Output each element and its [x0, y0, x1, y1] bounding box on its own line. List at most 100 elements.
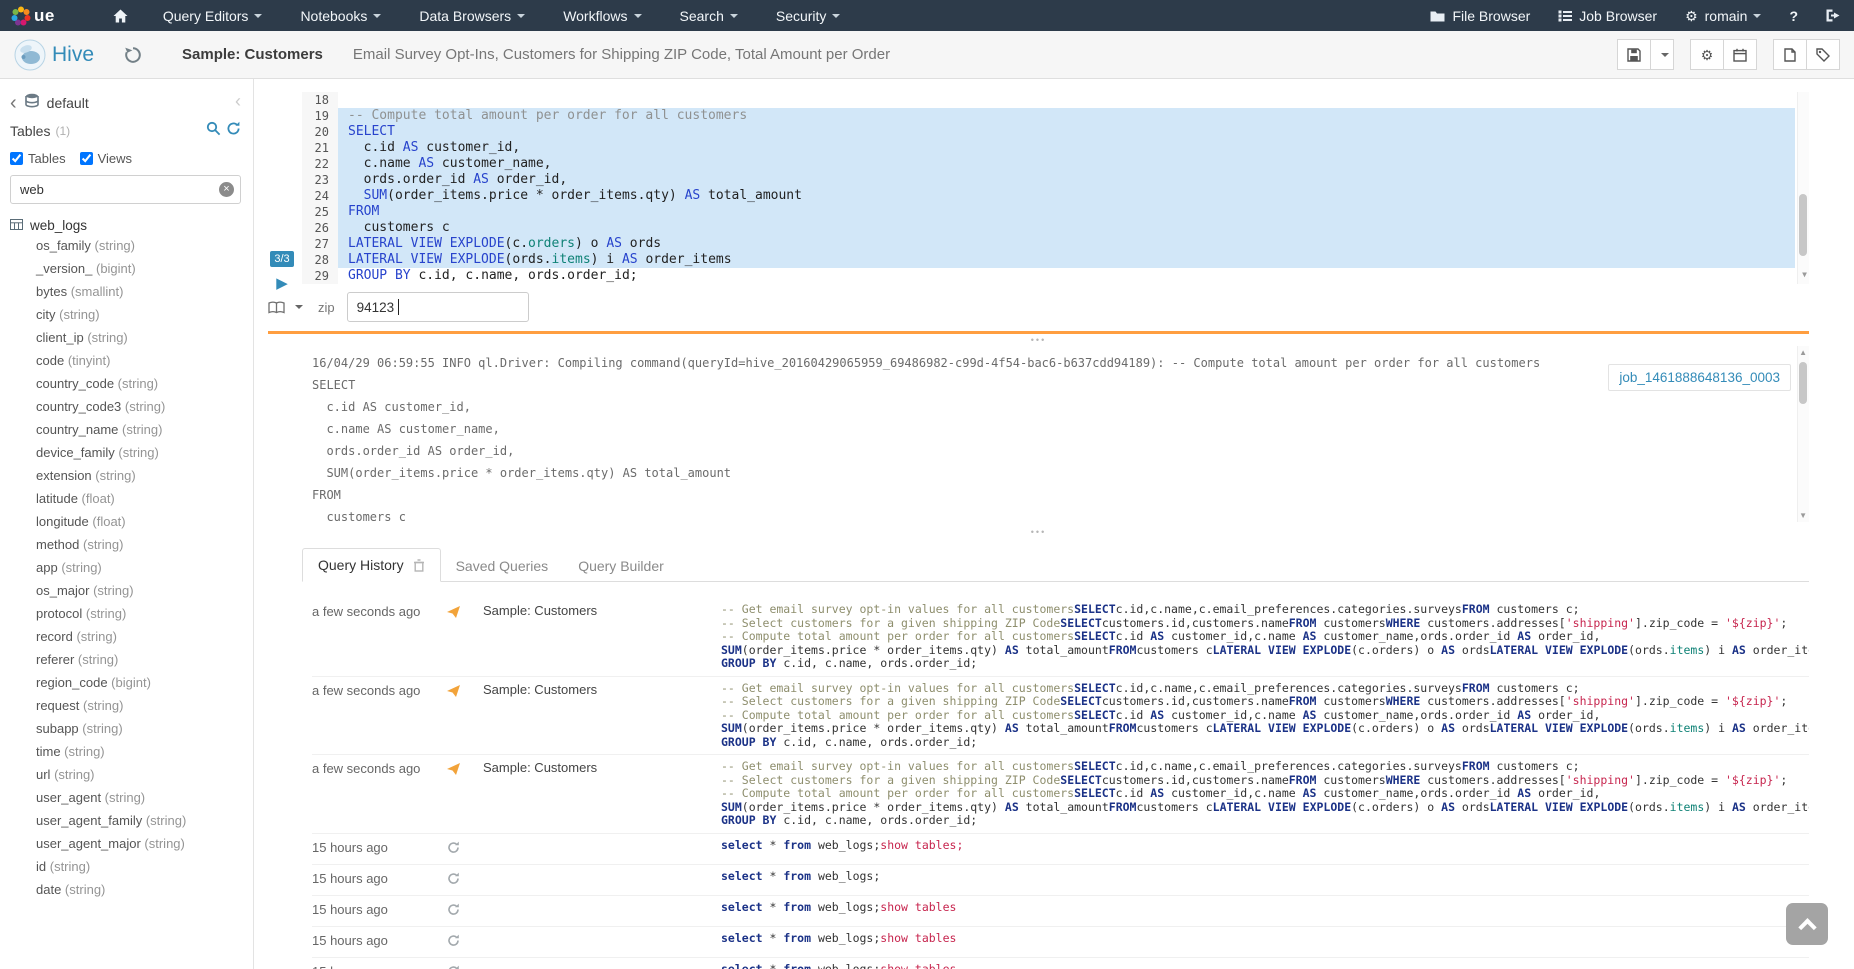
editor-line-code[interactable] — [338, 92, 1795, 108]
column-item-referer[interactable]: referer (string) — [10, 652, 241, 675]
history-query-name[interactable]: Sample: Customers — [483, 760, 721, 775]
editor-line[interactable]: 24 SUM(order_items.price * order_items.q… — [302, 188, 1795, 204]
column-item-country-code[interactable]: country_code (string) — [10, 376, 241, 399]
checkbox-tables-input[interactable] — [10, 152, 23, 165]
editor-line-code[interactable]: FROM — [338, 204, 1795, 220]
checkbox-views-input[interactable] — [80, 152, 93, 165]
column-item-client-ip[interactable]: client_ip (string) — [10, 330, 241, 353]
editor-line[interactable]: 29GROUP BY c.id, c.name, ords.order_id; — [302, 268, 1795, 284]
column-item-url[interactable]: url (string) — [10, 767, 241, 790]
column-item-time[interactable]: time (string) — [10, 744, 241, 767]
back-icon[interactable]: ‹ — [10, 93, 17, 113]
file-browser-button[interactable]: File Browser — [1416, 0, 1544, 31]
column-item-id[interactable]: id (string) — [10, 859, 241, 882]
scroll-down-icon[interactable]: ▼ — [1799, 511, 1807, 520]
collapse-assist-icon[interactable]: ‹ — [235, 91, 241, 112]
open-book-icon[interactable] — [268, 301, 308, 314]
column-item-user-agent-family[interactable]: user_agent_family (string) — [10, 813, 241, 836]
column-item-os-family[interactable]: os_family (string) — [10, 238, 241, 261]
column-item-city[interactable]: city (string) — [10, 307, 241, 330]
column-item-method[interactable]: method (string) — [10, 537, 241, 560]
database-name[interactable]: default — [47, 95, 89, 111]
column-item-code[interactable]: code (tinyint) — [10, 353, 241, 376]
history-row[interactable]: a few seconds agoSample: Customers-- Get… — [312, 755, 1809, 834]
history-query-name[interactable]: Sample: Customers — [483, 682, 721, 697]
editor-scrollbar-thumb[interactable] — [1799, 194, 1807, 256]
editor-line-code[interactable]: c.name AS customer_name, — [338, 156, 1795, 172]
save-dropdown-button[interactable] — [1650, 39, 1674, 70]
checkbox-tables[interactable]: Tables — [10, 151, 66, 166]
execute-button[interactable]: ▶ — [276, 276, 288, 291]
hue-logo[interactable]: ue — [0, 0, 65, 31]
column-item-date[interactable]: date (string) — [10, 882, 241, 905]
column-item-request[interactable]: request (string) — [10, 698, 241, 721]
new-document-button[interactable] — [1773, 39, 1807, 70]
column-item-region-code[interactable]: region_code (bigint) — [10, 675, 241, 698]
editor-line-code[interactable]: SUM(order_items.price * order_items.qty)… — [338, 188, 1795, 204]
history-row[interactable]: a few seconds agoSample: Customers-- Get… — [312, 598, 1809, 677]
tab-query-history[interactable]: Query History — [302, 548, 441, 582]
history-sql[interactable]: select * from web_logs;show tables — [721, 963, 1809, 969]
help-button[interactable]: ? — [1775, 0, 1812, 31]
editor-line-code[interactable]: LATERAL VIEW EXPLODE(ords.items) i AS or… — [338, 252, 1795, 268]
column-item-latitude[interactable]: latitude (float) — [10, 491, 241, 514]
column-item-extension[interactable]: extension (string) — [10, 468, 241, 491]
nav-menu-data-browsers[interactable]: Data Browsers — [405, 0, 539, 31]
column-item-user-agent[interactable]: user_agent (string) — [10, 790, 241, 813]
history-row[interactable]: a few seconds agoSample: Customers-- Get… — [312, 677, 1809, 756]
column-item-country-name[interactable]: country_name (string) — [10, 422, 241, 445]
editor-line-code[interactable]: LATERAL VIEW EXPLODE(c.orders) o AS ords — [338, 236, 1795, 252]
nav-menu-query-editors[interactable]: Query Editors — [149, 0, 277, 31]
history-query-name[interactable]: Sample: Customers — [483, 603, 721, 618]
search-icon[interactable] — [206, 121, 221, 141]
column-item-version[interactable]: _version_ (bigint) — [10, 261, 241, 284]
editor-line[interactable]: 23 ords.order_id AS order_id, — [302, 172, 1795, 188]
scroll-to-top-button[interactable] — [1786, 903, 1828, 945]
column-item-bytes[interactable]: bytes (smallint) — [10, 284, 241, 307]
column-item-os-major[interactable]: os_major (string) — [10, 583, 241, 606]
column-item-country-code3[interactable]: country_code3 (string) — [10, 399, 241, 422]
editor-line[interactable]: 25FROM — [302, 204, 1795, 220]
editor-line[interactable]: 20SELECT — [302, 124, 1795, 140]
tab-query-builder[interactable]: Query Builder — [563, 550, 679, 582]
nav-menu-workflows[interactable]: Workflows — [549, 0, 655, 31]
editor-scrollbar[interactable]: ▼ — [1797, 92, 1809, 284]
code-editor[interactable]: 1819-- Compute total amount per order fo… — [302, 92, 1809, 284]
query-history-icon[interactable] — [124, 46, 142, 64]
table-filter-input[interactable] — [10, 175, 241, 204]
editor-line-code[interactable]: c.id AS customer_id, — [338, 140, 1795, 156]
history-sql[interactable]: select * from web_logs;show tables — [721, 932, 1809, 946]
history-row[interactable]: 15 hours agoselect * from web_logs;show … — [312, 896, 1809, 927]
query-name[interactable]: Sample: Customers — [182, 46, 323, 63]
history-sql[interactable]: -- Get email survey opt-in values for al… — [721, 760, 1809, 828]
resize-handle-2[interactable]: ••• — [268, 526, 1809, 538]
home-button[interactable] — [99, 0, 149, 31]
editor-line-code[interactable]: ords.order_id AS order_id, — [338, 172, 1795, 188]
nav-menu-search[interactable]: Search — [666, 0, 752, 31]
history-sql[interactable]: select * from web_logs;show tables — [721, 901, 1809, 915]
column-item-app[interactable]: app (string) — [10, 560, 241, 583]
column-item-user-agent-major[interactable]: user_agent_major (string) — [10, 836, 241, 859]
history-row[interactable]: 15 hours agoselect * from web_logs;show … — [312, 927, 1809, 958]
save-button[interactable] — [1617, 39, 1651, 70]
query-description[interactable]: Email Survey Opt-Ins, Customers for Ship… — [353, 46, 890, 63]
settings-button[interactable]: ⚙ — [1690, 39, 1724, 70]
nav-menu-security[interactable]: Security — [762, 0, 855, 31]
editor-line[interactable]: 19-- Compute total amount per order for … — [302, 108, 1795, 124]
resize-handle[interactable]: ••• — [268, 334, 1809, 346]
history-row[interactable]: 15 hours agoselect * from web_logs;show … — [312, 834, 1809, 865]
refresh-icon[interactable] — [226, 121, 241, 141]
checkbox-views[interactable]: Views — [80, 151, 132, 166]
variable-zip-input[interactable] — [347, 292, 529, 322]
sign-out-button[interactable] — [1812, 0, 1854, 31]
editor-line-code[interactable]: customers c — [338, 220, 1795, 236]
tags-button[interactable] — [1806, 39, 1840, 70]
log-scrollbar[interactable]: ▲ ▼ — [1797, 346, 1809, 522]
editor-line[interactable]: 18 — [302, 92, 1795, 108]
column-item-subapp[interactable]: subapp (string) — [10, 721, 241, 744]
nav-menu-notebooks[interactable]: Notebooks — [286, 0, 395, 31]
editor-line[interactable]: 22 c.name AS customer_name, — [302, 156, 1795, 172]
job-browser-button[interactable]: Job Browser — [1544, 0, 1671, 31]
editor-line[interactable]: 21 c.id AS customer_id, — [302, 140, 1795, 156]
history-sql[interactable]: -- Get email survey opt-in values for al… — [721, 603, 1809, 671]
